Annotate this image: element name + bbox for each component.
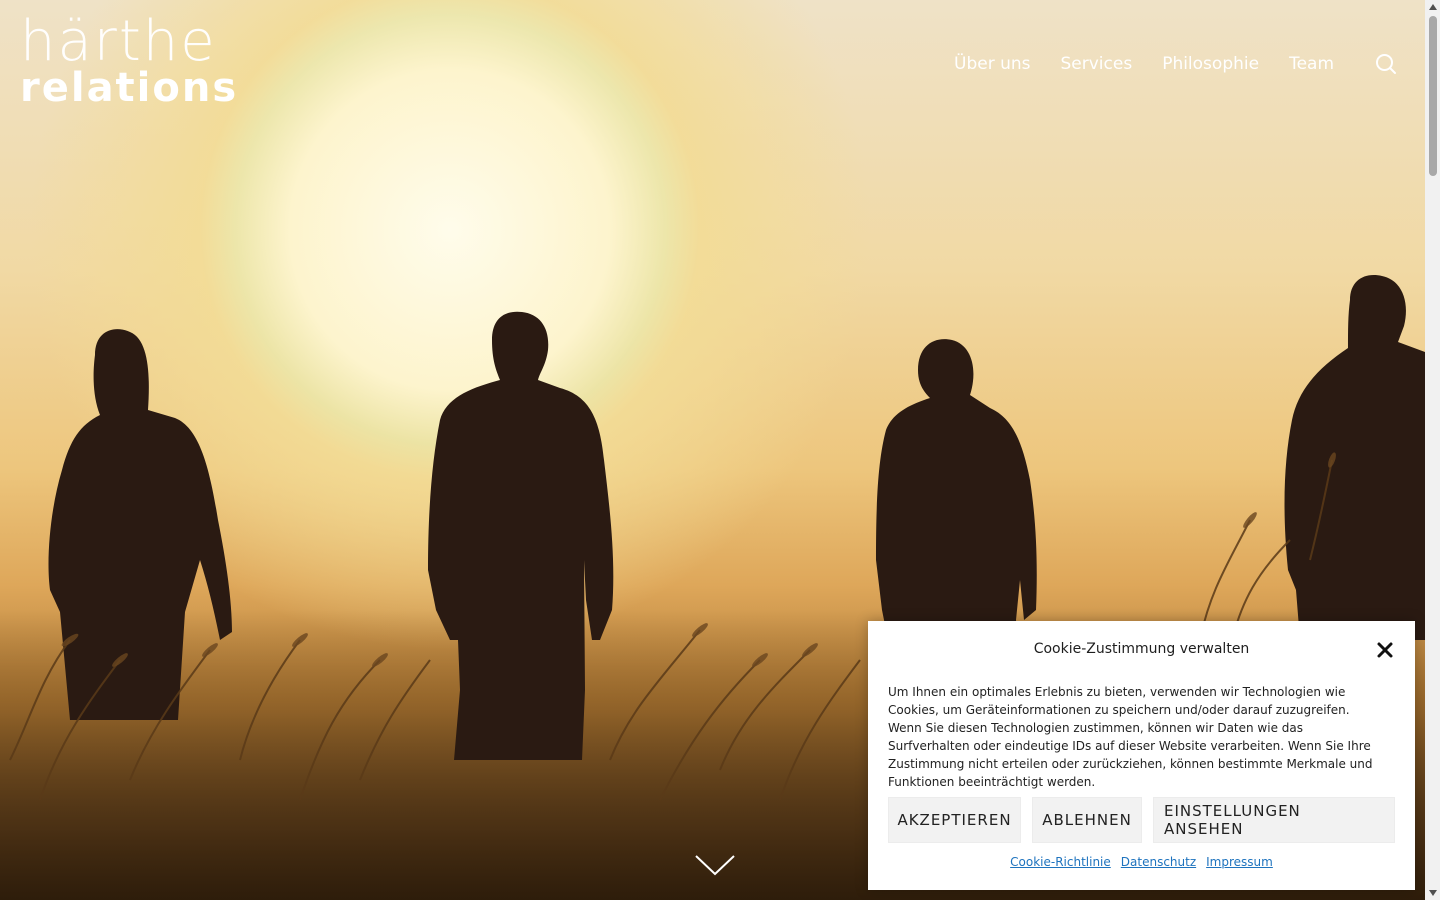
caret-down-icon	[1428, 890, 1437, 896]
nav-item-philosophie[interactable]: Philosophie	[1162, 52, 1259, 76]
scrollbar-up-arrow[interactable]	[1425, 0, 1440, 14]
cookie-consent-dialog: Cookie-Zustimmung verwalten Um Ihnen ein…	[868, 621, 1415, 890]
nav-item-ueber-uns[interactable]: Über uns	[954, 52, 1031, 76]
nav-item-services[interactable]: Services	[1061, 52, 1133, 76]
close-icon	[1377, 642, 1393, 658]
search-button[interactable]	[1374, 52, 1398, 76]
scrollbar-down-arrow[interactable]	[1425, 886, 1440, 900]
accept-button[interactable]: AKZEPTIEREN	[888, 797, 1021, 843]
chevron-down-icon	[695, 855, 735, 876]
cookie-button-row: AKZEPTIEREN ABLEHNEN EINSTELLUNGEN ANSEH…	[888, 797, 1395, 843]
cookie-dialog-title: Cookie-Zustimmung verwalten	[1033, 641, 1250, 657]
view-settings-button[interactable]: EINSTELLUNGEN ANSEHEN	[1153, 797, 1395, 843]
site-logo[interactable]: härthe relations	[20, 9, 280, 111]
cookie-links: Cookie-Richtlinie Datenschutz Impressum	[868, 855, 1415, 869]
scrollbar-thumb[interactable]	[1429, 16, 1437, 176]
caret-up-icon	[1428, 4, 1437, 10]
deny-button[interactable]: ABLEHNEN	[1032, 797, 1142, 843]
cookie-policy-link[interactable]: Cookie-Richtlinie	[1010, 855, 1111, 869]
nav-item-team[interactable]: Team	[1289, 52, 1334, 76]
logo-line-2: relations	[20, 65, 239, 111]
main-navigation: Über uns Services Philosophie Team	[954, 52, 1334, 76]
logo-line-1: härthe	[20, 9, 217, 74]
page-scrollbar[interactable]	[1425, 0, 1440, 900]
cookie-dialog-text: Um Ihnen ein optimales Erlebnis zu biete…	[888, 685, 1373, 789]
imprint-link[interactable]: Impressum	[1206, 855, 1273, 869]
scroll-down-button[interactable]	[694, 852, 736, 878]
privacy-link[interactable]: Datenschutz	[1121, 855, 1196, 869]
search-icon	[1376, 54, 1396, 74]
cookie-close-button[interactable]	[1376, 641, 1394, 659]
